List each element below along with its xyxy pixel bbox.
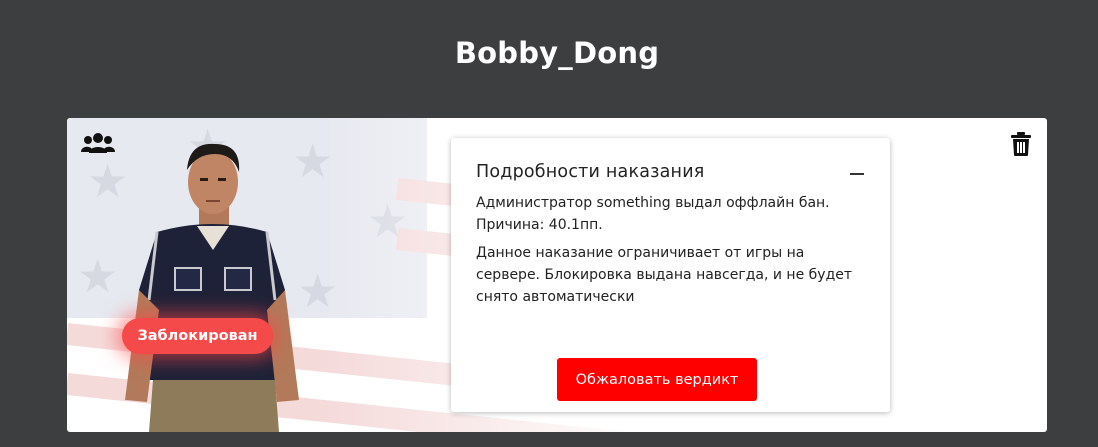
users-group-icon[interactable] bbox=[81, 132, 115, 154]
punishment-description: Администратор something выдал оффлайн ба… bbox=[476, 192, 856, 314]
minus-icon[interactable] bbox=[850, 173, 864, 175]
character-skin-image bbox=[117, 140, 307, 432]
panel-title: Подробности наказания bbox=[476, 162, 705, 182]
punishment-reason-text: Администратор something выдал оффлайн ба… bbox=[476, 195, 830, 233]
player-name-title: Bobby_Dong bbox=[454, 36, 660, 70]
player-card: ★ ★ ★ ★ ★ ★ bbox=[67, 118, 1047, 432]
status-badge: Заблокирован bbox=[122, 318, 273, 354]
appeal-verdict-button[interactable]: Обжаловать вердикт bbox=[557, 358, 757, 401]
trash-icon[interactable] bbox=[1011, 132, 1031, 156]
punishment-effect-text: Данное наказание ограничивает от игры на… bbox=[476, 245, 853, 305]
page: Bobby_Dong ★ ★ ★ ★ ★ ★ bbox=[0, 0, 1098, 447]
punishment-details-panel: Подробности наказания Администратор some… bbox=[451, 138, 890, 412]
